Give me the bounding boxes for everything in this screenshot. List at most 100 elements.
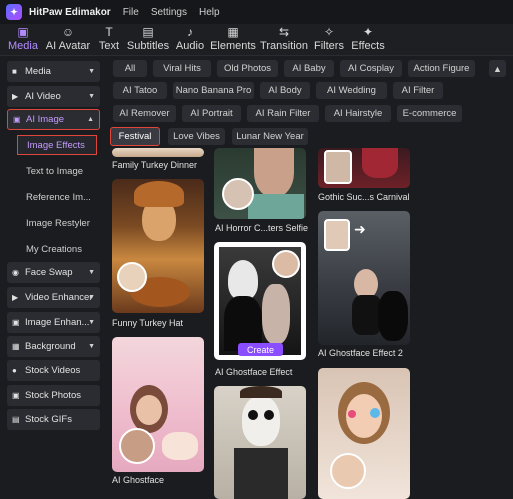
sidebar-item-label: Video Enhancer (25, 292, 93, 303)
sidebar-item-stock-photos[interactable]: ▣ Stock Photos (7, 385, 100, 406)
skull-eye-right (264, 410, 274, 420)
chip-ai-filter[interactable]: AI Filter (393, 82, 443, 99)
sidebar: ■ Media ▼ ▶ AI Video ▼ ▣ AI Image ▲ Imag… (0, 57, 106, 499)
chip-label: Viral Hits (163, 63, 201, 74)
chip-label: AI Hairstyle (333, 108, 383, 119)
portrait-hair (240, 386, 282, 398)
toolbar-audio-label: Audio (175, 40, 205, 52)
chip-action-figure[interactable]: Action Figure (408, 60, 475, 77)
face-swap-icon: ◉ (12, 268, 19, 277)
media-icon: ▣ (17, 25, 29, 39)
toolbar-media[interactable]: ▣ Media (4, 25, 42, 55)
card-caption: Gothic Suc...s Carnival (318, 192, 410, 202)
chip-all[interactable]: All (113, 60, 147, 77)
chip-ai-tatoo[interactable]: AI Tatoo (113, 82, 167, 99)
sidebar-subitem-my-creations[interactable]: My Creations (17, 239, 101, 259)
chevron-up-icon: ▲ (87, 116, 94, 123)
effect-card-gothic-carnival[interactable] (318, 148, 410, 188)
toolbar-effects[interactable]: ✦ Effects (348, 25, 388, 55)
effect-card-skull-face[interactable] (214, 386, 306, 499)
sidebar-item-video-enhancer[interactable]: ▶ Video Enhancer ▼ (7, 287, 100, 308)
chip-lunar-new-year[interactable]: Lunar New Year (232, 128, 308, 145)
chip-label: Festival (118, 131, 152, 142)
face-paint-dot (370, 408, 380, 418)
toolbar-filters[interactable]: ✧ Filters (310, 25, 348, 55)
chip-ai-rain-filter[interactable]: AI Rain Filter (247, 105, 319, 122)
chip-ai-cosplay[interactable]: AI Cosplay (340, 60, 402, 77)
sidebar-subitem-label: Reference Im... (26, 191, 91, 203)
image-icon: ▣ (13, 115, 21, 124)
chip-ai-body[interactable]: AI Body (260, 82, 310, 99)
sidebar-item-media[interactable]: ■ Media ▼ (7, 61, 100, 82)
sidebar-item-ai-image[interactable]: ▣ AI Image ▲ (7, 109, 100, 130)
toolbar-subtitles[interactable]: ▤ Subtitles (124, 25, 172, 55)
source-face-avatar (119, 428, 155, 464)
sidebar-subitem-reference-image[interactable]: Reference Im... (17, 187, 101, 207)
sidebar-item-stock-gifs[interactable]: ▤ Stock GIFs (7, 409, 100, 430)
effects-icon: ✦ (362, 25, 374, 39)
effect-card-ai-horror-selfie[interactable] (214, 148, 306, 219)
menu-file[interactable]: File (123, 7, 139, 18)
menu-help[interactable]: Help (199, 7, 220, 18)
chip-nano-banana-pro[interactable]: Nano Banana Pro (173, 82, 254, 99)
sidebar-subitem-image-restyler[interactable]: Image Restyler (17, 213, 101, 233)
sidebar-subitem-label: Text to Image (26, 165, 84, 177)
chip-label: AI Baby (292, 63, 326, 74)
toolbar-ai-avatar[interactable]: ☺ AI Avatar (42, 25, 94, 55)
sidebar-item-ai-video[interactable]: ▶ AI Video ▼ (7, 86, 100, 107)
chip-viral-hits[interactable]: Viral Hits (153, 60, 211, 77)
toolbar-filters-label: Filters (314, 40, 344, 52)
chip-ai-hairstyle[interactable]: AI Hairstyle (325, 105, 391, 122)
toolbar-subtitles-label: Subtitles (126, 40, 170, 52)
sidebar-item-label: Stock Photos (25, 390, 81, 401)
card-caption: AI Ghostface (112, 475, 165, 485)
stock-gifs-icon: ▤ (12, 415, 20, 424)
subtitles-icon: ▤ (142, 25, 154, 39)
chip-ai-portrait[interactable]: AI Portrait (182, 105, 241, 122)
main-toolbar: ▣ Media ☺ AI Avatar T Text ▤ Subtitles ♪… (0, 24, 513, 56)
source-face-avatar (324, 219, 350, 251)
chip-old-photos[interactable]: Old Photos (217, 60, 278, 77)
sidebar-item-stock-videos[interactable]: ● Stock Videos (7, 360, 100, 381)
chip-ai-remover[interactable]: AI Remover (113, 105, 176, 122)
sidebar-item-label: Stock Videos (25, 365, 81, 376)
collapse-chips-button[interactable]: ▲ (489, 60, 506, 77)
effect-card-face-paint[interactable] (318, 368, 410, 499)
face-paint-dot (348, 410, 356, 418)
create-button[interactable]: Create (238, 343, 283, 356)
toolbar-elements[interactable]: ▦ Elements (208, 25, 258, 55)
sidebar-item-background[interactable]: ▦ Background ▼ (7, 336, 100, 357)
chip-ai-baby[interactable]: AI Baby (284, 60, 334, 77)
chip-ai-wedding[interactable]: AI Wedding (316, 82, 387, 99)
sidebar-subitem-label: Image Effects (27, 139, 85, 151)
card-caption: AI Ghostface Effect 2 (318, 348, 403, 358)
app-logo-icon: ✦ (6, 4, 22, 20)
toolbar-transition-label: Transition (260, 40, 308, 52)
folder-icon: ■ (12, 67, 17, 76)
chip-label: E-commerce (402, 108, 457, 119)
app-window: ✦ HitPaw Edimakor File Settings Help ▣ M… (0, 0, 513, 499)
effect-card-family-turkey-dinner[interactable] (112, 148, 204, 157)
effect-card-ai-ghostface[interactable] (112, 337, 204, 472)
toolbar-text[interactable]: T Text (94, 25, 124, 55)
chip-e-commerce[interactable]: E-commerce (397, 105, 462, 122)
video-icon: ▶ (12, 92, 19, 101)
chip-label: AI Cosplay (348, 63, 394, 74)
chip-love-vibes[interactable]: Love Vibes (168, 128, 225, 145)
video-enhancer-icon: ▶ (12, 293, 19, 302)
menu-settings[interactable]: Settings (151, 7, 187, 18)
toolbar-audio[interactable]: ♪ Audio (172, 25, 208, 55)
sidebar-subitem-image-effects[interactable]: Image Effects (17, 135, 97, 155)
source-face-avatar (330, 453, 366, 489)
sidebar-subitem-text-to-image[interactable]: Text to Image (17, 161, 101, 181)
sidebar-item-face-swap[interactable]: ◉ Face Swap ▼ (7, 262, 100, 283)
chip-label: Old Photos (224, 63, 271, 74)
chip-festival[interactable]: Festival (110, 127, 160, 146)
sidebar-item-image-enhancer[interactable]: ▣ Image Enhan... ▼ (7, 312, 100, 333)
effect-card-funny-turkey-hat[interactable] (112, 179, 204, 313)
toolbar-transition[interactable]: ⇆ Transition (258, 25, 310, 55)
chevron-down-icon: ▼ (88, 93, 95, 100)
card-caption: AI Horror C...ters Selfie (215, 223, 309, 233)
chip-label: AI Wedding (327, 85, 376, 96)
effect-card-ai-ghostface-effect-2[interactable]: ➜ (318, 211, 410, 345)
